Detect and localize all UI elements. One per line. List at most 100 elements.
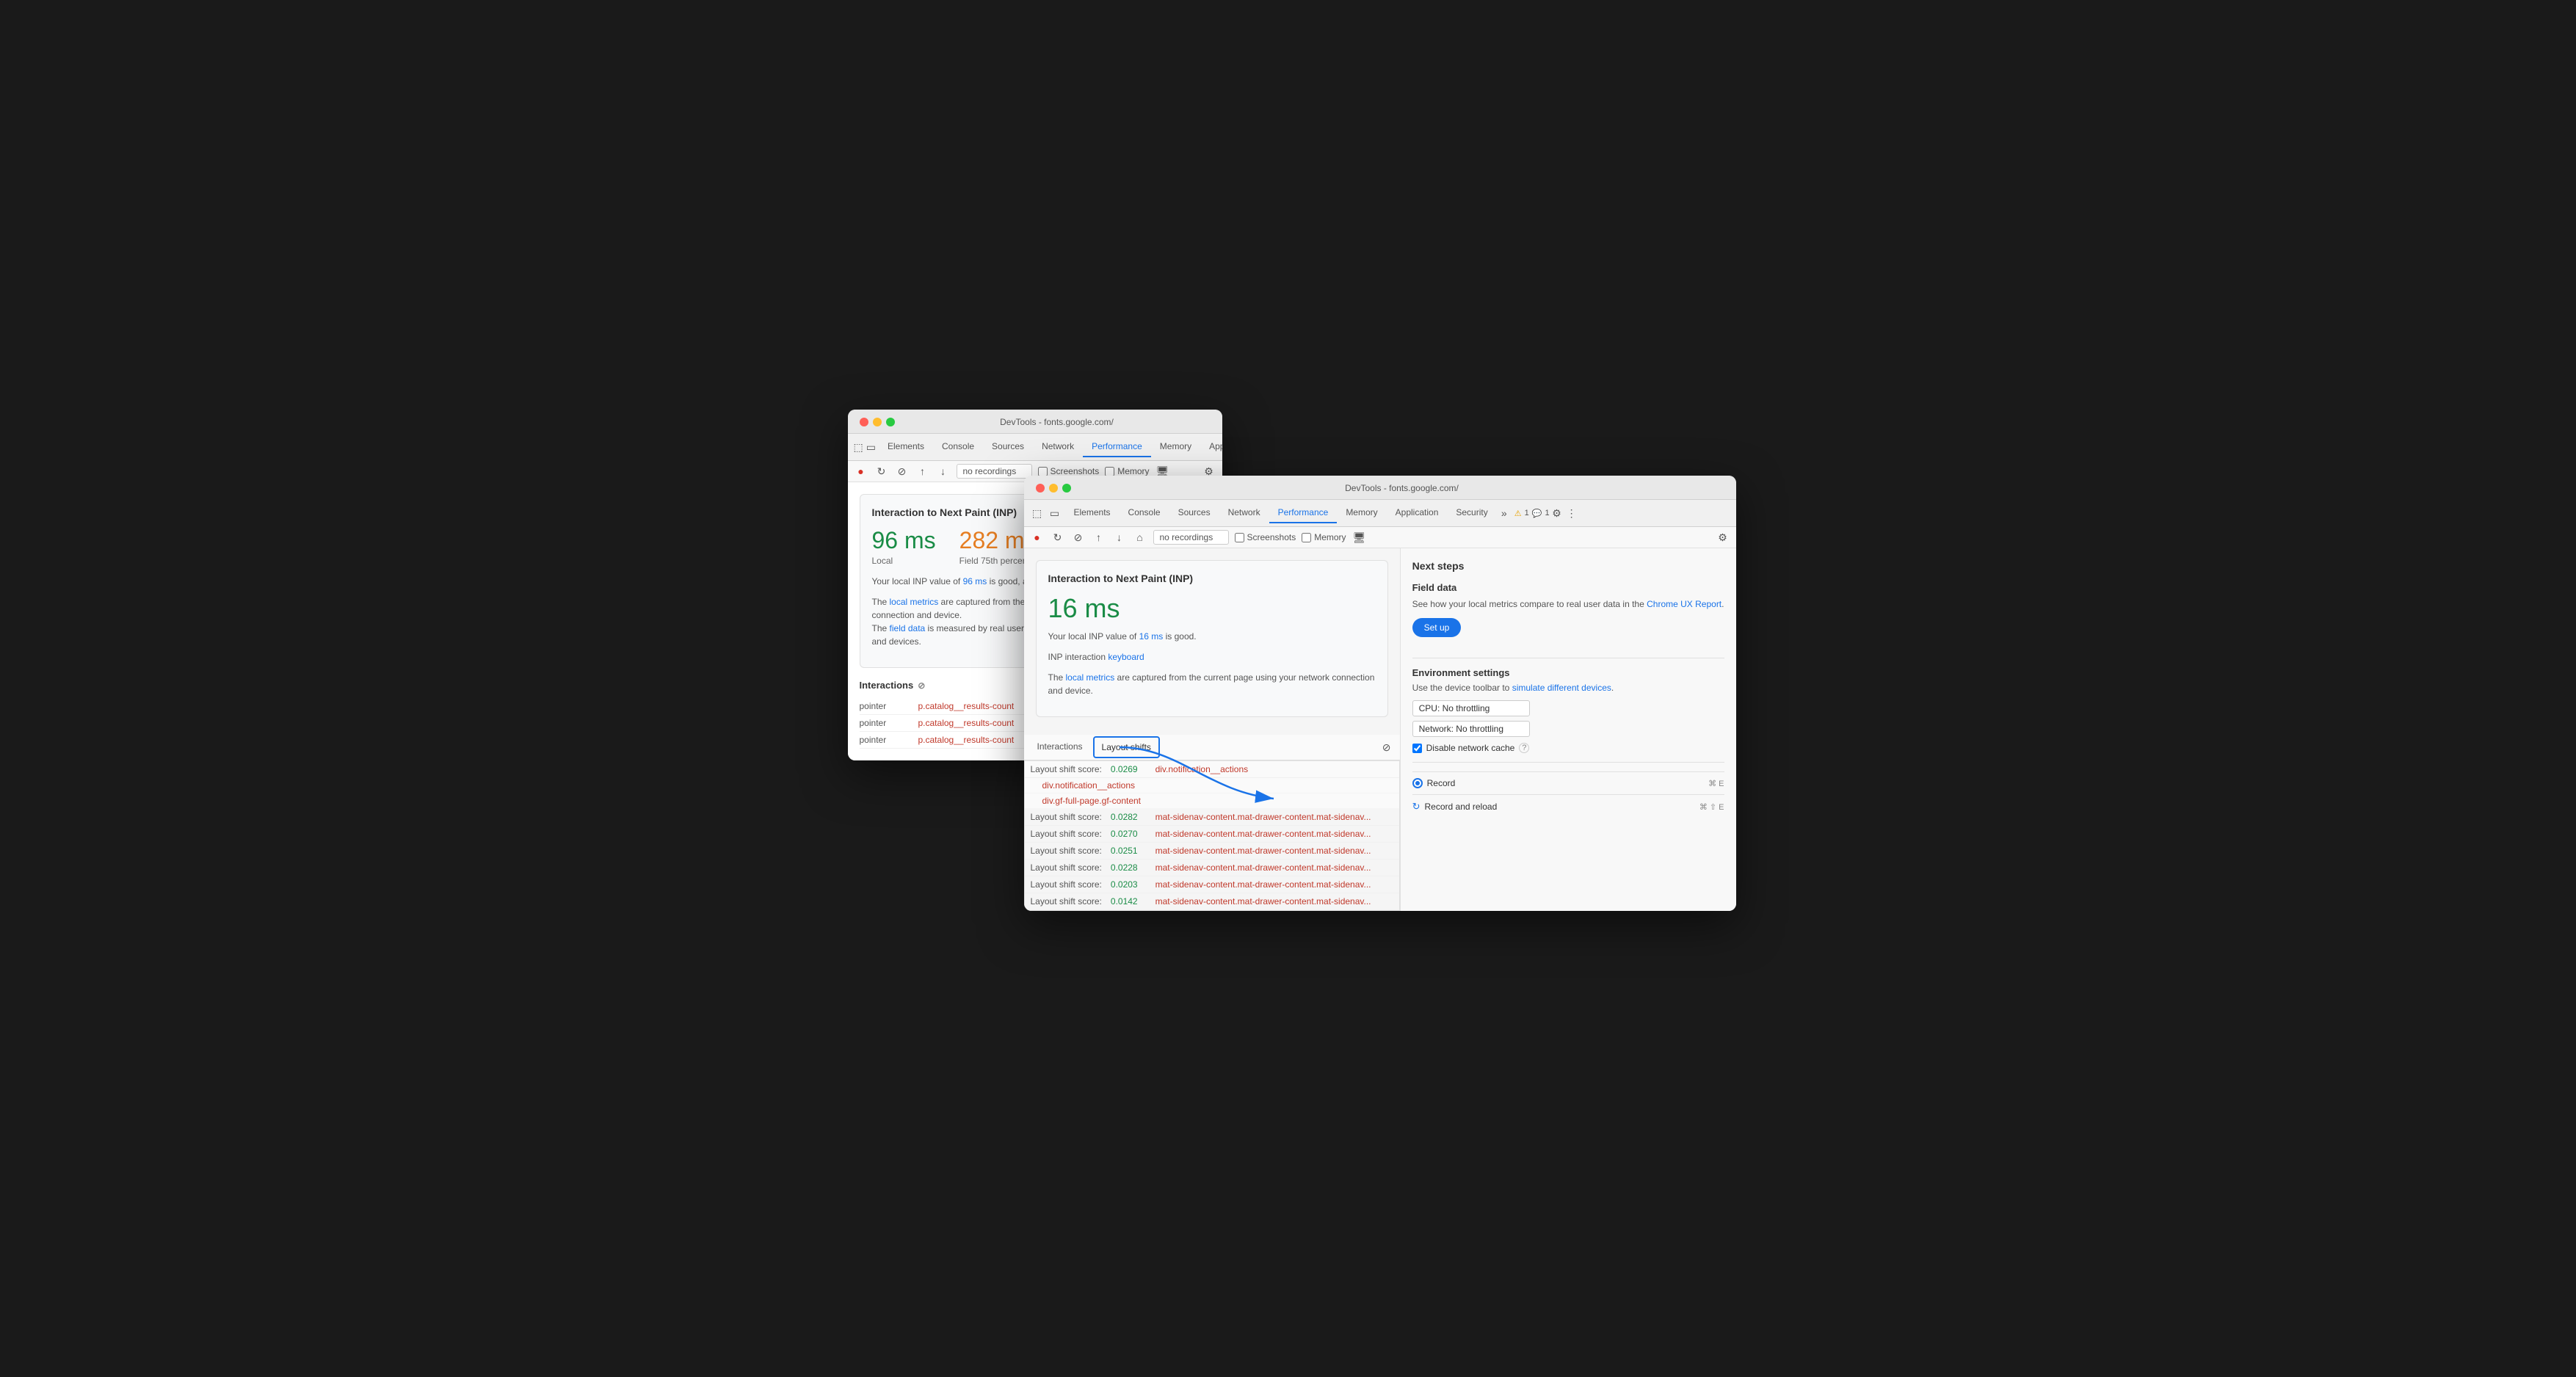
inp-desc-2a: Your local INP value of 16 ms is good. — [1048, 630, 1376, 643]
local-metrics-link-2[interactable]: local metrics — [1066, 672, 1115, 683]
minimize-button-2[interactable] — [1049, 484, 1058, 493]
record-circle-inner — [1415, 781, 1420, 785]
tab-application-1[interactable]: Application — [1200, 437, 1222, 457]
home-icon-2[interactable]: ⌂ — [1133, 530, 1147, 545]
tab-panel-tabs: Interactions Layout shifts ⊘ — [1024, 735, 1400, 760]
tab-panel-2: Interactions Layout shifts ⊘ La — [1024, 735, 1400, 911]
screenshots-checkbox-2[interactable]: Screenshots — [1235, 532, 1296, 542]
memory-checkbox-1[interactable]: Memory — [1105, 466, 1149, 476]
tab-console-2[interactable]: Console — [1120, 503, 1169, 523]
disable-cache-checkbox[interactable] — [1412, 744, 1422, 753]
field-data-link-1[interactable]: field data — [890, 623, 926, 633]
tab-security-2[interactable]: Security — [1447, 503, 1496, 523]
network-row: Network: No throttling — [1412, 721, 1724, 737]
inline-value-link[interactable]: 16 ms — [1139, 631, 1164, 642]
recordings-select-1[interactable]: no recordings — [957, 464, 1032, 479]
layout-shifts-content[interactable]: Layout shift score: 0.0269 div.notificat… — [1024, 760, 1400, 911]
settings2-icon-2[interactable]: ⚙ — [1716, 530, 1730, 545]
reload-icon-2[interactable]: ↻ — [1051, 530, 1065, 545]
close-button[interactable] — [860, 418, 868, 426]
keyboard-link[interactable]: keyboard — [1108, 652, 1144, 662]
record-reload-row: ↻ Record and reload ⌘ ⇧ E — [1412, 794, 1724, 818]
recordings-select-2[interactable]: no recordings — [1153, 530, 1229, 545]
help-icon[interactable]: ? — [1519, 743, 1529, 753]
memory-checkbox-2[interactable]: Memory — [1302, 532, 1346, 542]
inspect-icon[interactable]: ⬚ — [854, 440, 863, 454]
tab-network-1[interactable]: Network — [1033, 437, 1083, 457]
record-btn-2[interactable]: ● — [1030, 530, 1045, 545]
device-icon[interactable]: ▭ — [866, 440, 876, 454]
tab-elements-1[interactable]: Elements — [879, 437, 933, 457]
setup-button[interactable]: Set up — [1412, 618, 1462, 637]
env-settings-section: Environment settings Use the device tool… — [1412, 667, 1724, 753]
cpu-select[interactable]: CPU: No throttling — [1412, 700, 1530, 716]
main-area-2: Interaction to Next Paint (INP) 16 ms Yo… — [1024, 548, 1400, 911]
window-title-1: DevTools - fonts.google.com/ — [904, 417, 1211, 427]
devtools-body-2: Interaction to Next Paint (INP) 16 ms Yo… — [1024, 548, 1736, 911]
traffic-lights-1 — [860, 418, 895, 426]
ls-row-4: Layout shift score: 0.0251 mat-sidenav-c… — [1025, 843, 1399, 860]
tab-console-1[interactable]: Console — [933, 437, 983, 457]
chrome-ux-link[interactable]: Chrome UX Report — [1647, 599, 1721, 609]
disable-cache-row: Disable network cache ? — [1412, 743, 1724, 753]
tab-performance-2[interactable]: Performance — [1269, 503, 1338, 523]
tab-interactions[interactable]: Interactions — [1030, 737, 1090, 757]
tab-memory-1[interactable]: Memory — [1151, 437, 1200, 457]
tab-bar-1: Elements Console Sources Network Perform… — [879, 437, 1222, 457]
local-metric: 96 ms Local — [872, 527, 936, 566]
local-value-link[interactable]: 96 ms — [963, 576, 987, 586]
capture-icon-2[interactable]: 🖥 — [1352, 530, 1367, 545]
inspect-icon-2[interactable]: ⬚ — [1030, 506, 1045, 520]
inp-desc-2b: INP interaction keyboard — [1048, 650, 1376, 664]
maximize-button[interactable] — [886, 418, 895, 426]
tab-sources-1[interactable]: Sources — [983, 437, 1033, 457]
more-tabs-icon-2[interactable]: » — [1497, 506, 1512, 520]
record-shortcut: ⌘ E — [1708, 779, 1724, 788]
clear-icon-1[interactable]: ⊘ — [895, 464, 910, 479]
maximize-button-2[interactable] — [1062, 484, 1071, 493]
tab-application-2[interactable]: Application — [1387, 503, 1448, 523]
more-icon-2[interactable]: ⋮ — [1564, 506, 1579, 520]
field-data-title: Field data — [1412, 582, 1724, 593]
download-icon-1[interactable]: ↓ — [936, 464, 951, 479]
settings-icon-2[interactable]: ⚙ — [1550, 506, 1564, 520]
device-icon-2[interactable]: ▭ — [1048, 506, 1062, 520]
section-divider-2 — [1412, 762, 1724, 763]
clear-icon-2[interactable]: ⊘ — [1071, 530, 1086, 545]
ls-row-1: Layout shift score: 0.0269 div.notificat… — [1025, 761, 1399, 778]
ls-sub-2: div.gf-full-page.gf-content — [1025, 793, 1399, 809]
next-steps-title: Next steps — [1412, 560, 1724, 572]
upload-icon-1[interactable]: ↑ — [915, 464, 930, 479]
record-text: Record — [1427, 778, 1456, 788]
reload-icon-1[interactable]: ↻ — [874, 464, 889, 479]
record-reload-shortcut: ⌘ ⇧ E — [1699, 802, 1724, 812]
local-label: Local — [872, 556, 936, 566]
record-reload-text: Record and reload — [1425, 802, 1498, 812]
close-button-2[interactable] — [1036, 484, 1045, 493]
record-reload-label: ↻ Record and reload — [1412, 801, 1498, 813]
inp-area-2: Interaction to Next Paint (INP) 16 ms Yo… — [1024, 548, 1400, 735]
traffic-lights-2 — [1036, 484, 1071, 493]
screenshots-checkbox-1[interactable]: Screenshots — [1038, 466, 1100, 476]
inp-title-2: Interaction to Next Paint (INP) — [1048, 573, 1376, 584]
local-metrics-link-1[interactable]: local metrics — [890, 597, 939, 607]
ls-row-6: Layout shift score: 0.0203 mat-sidenav-c… — [1025, 876, 1399, 893]
tab-panel-more[interactable]: ⊘ — [1379, 740, 1394, 755]
tab-bar-2: Elements Console Sources Network Perform… — [1065, 503, 1579, 523]
network-select[interactable]: Network: No throttling — [1412, 721, 1530, 737]
minimize-button[interactable] — [873, 418, 882, 426]
interactions-info-icon: ⊘ — [918, 680, 925, 691]
ls-row-2: Layout shift score: 0.0282 mat-sidenav-c… — [1025, 809, 1399, 826]
tab-layout-shifts[interactable]: Layout shifts — [1093, 736, 1160, 758]
upload-icon-2[interactable]: ↑ — [1092, 530, 1106, 545]
tab-sources-2[interactable]: Sources — [1169, 503, 1219, 523]
download-icon-2[interactable]: ↓ — [1112, 530, 1127, 545]
simulate-devices-link[interactable]: simulate different devices — [1512, 683, 1611, 693]
record-btn-1[interactable]: ● — [854, 464, 868, 479]
tab-network-2[interactable]: Network — [1219, 503, 1269, 523]
tab-elements-2[interactable]: Elements — [1065, 503, 1120, 523]
ls-row-3: Layout shift score: 0.0270 mat-sidenav-c… — [1025, 826, 1399, 843]
tab-memory-2[interactable]: Memory — [1337, 503, 1386, 523]
ls-group-1: Layout shift score: 0.0269 div.notificat… — [1025, 761, 1399, 809]
tab-performance-1[interactable]: Performance — [1083, 437, 1151, 457]
